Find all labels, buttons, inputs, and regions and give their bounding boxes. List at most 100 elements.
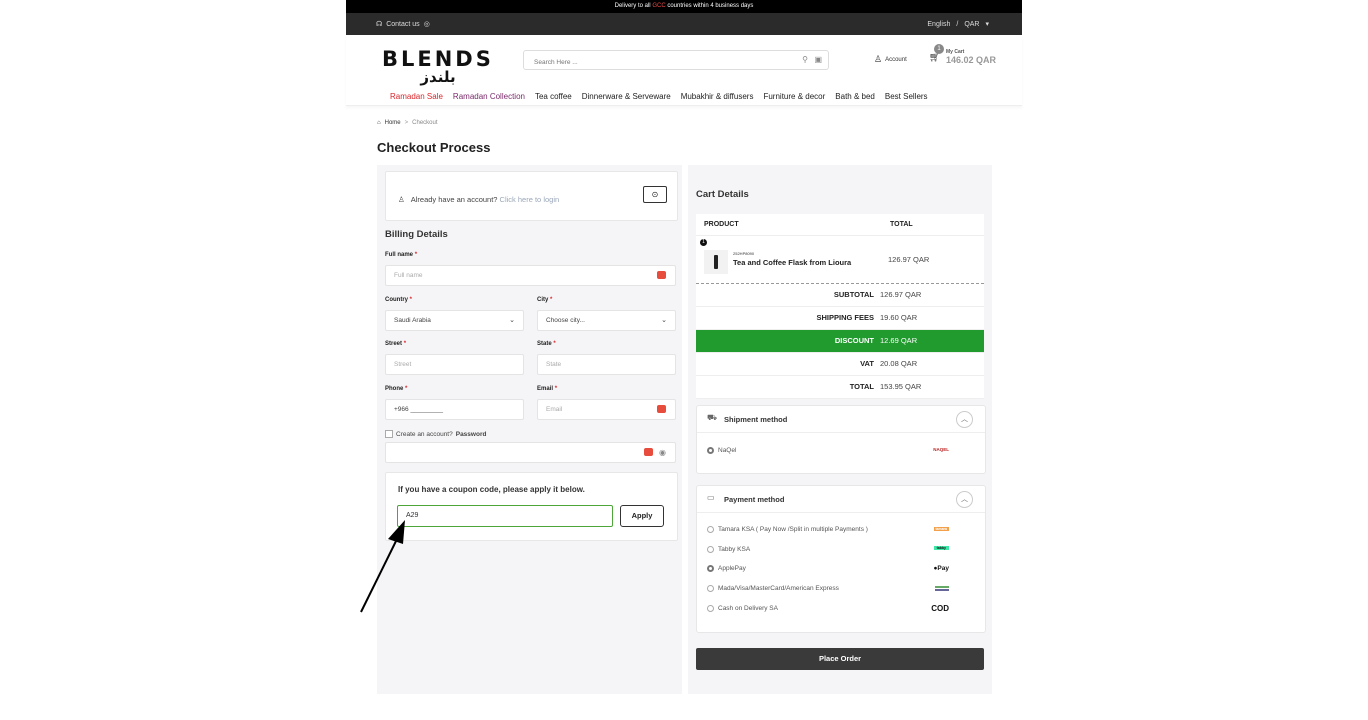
email-label-text: Email <box>537 386 554 392</box>
phone-label-text: Phone <box>385 386 404 392</box>
country-label-text: Country <box>385 297 408 303</box>
state-field[interactable]: State <box>537 354 676 375</box>
login-text: ♙ Already have an account? Click here to … <box>398 195 559 204</box>
autofill-icon[interactable] <box>657 271 666 279</box>
country-select[interactable]: Saudi Arabia ⌄ <box>385 310 524 331</box>
shipping-row: SHIPPING FEES 19.60 QAR <box>696 307 984 330</box>
radio-selected[interactable] <box>707 565 714 572</box>
autofill-icon[interactable] <box>657 405 666 413</box>
payment-option-label: Tabby KSA <box>718 546 751 553</box>
street-field[interactable]: Street <box>385 354 524 375</box>
item-name[interactable]: Tea and Coffee Flask from Lioura <box>733 258 851 267</box>
required-mark: * <box>550 297 553 303</box>
applepay-logo-text: Pay <box>937 565 949 572</box>
email-label: Email * <box>537 386 557 392</box>
required-mark: * <box>553 341 556 347</box>
shipment-option-naqel[interactable]: NaQel <box>707 447 736 454</box>
street-label: Street * <box>385 341 406 347</box>
content: ⌂ Home > Checkout Checkout Process ♙ Alre… <box>346 0 1022 720</box>
cards-logo <box>935 586 949 591</box>
required-mark: * <box>554 386 558 392</box>
required-mark: * <box>409 297 413 303</box>
breadcrumb-home[interactable]: Home <box>385 120 401 126</box>
cart-panel: Cart Details PRODUCT TOTAL 1 252HP8090 T… <box>688 165 992 694</box>
col-product: PRODUCT <box>704 221 739 228</box>
payment-option-cod[interactable]: Cash on Delivery SA <box>707 605 778 612</box>
login-link[interactable]: Click here to login <box>500 195 560 204</box>
home-icon[interactable]: ⌂ <box>377 120 381 126</box>
radio[interactable] <box>707 605 714 612</box>
total-row: TOTAL 153.95 QAR <box>696 376 984 399</box>
truck-icon: ⛟ <box>707 413 718 422</box>
city-select[interactable]: Choose city... ⌄ <box>537 310 676 331</box>
shipment-header[interactable]: ⛟ Shipment method ︿ <box>697 406 985 433</box>
state-label: State * <box>537 341 556 347</box>
payment-method-card: ▭ Payment method ︿ Tamara KSA ( Pay Now … <box>696 485 986 633</box>
annotation-arrow-icon <box>360 520 405 613</box>
total-label: TOTAL <box>849 382 874 391</box>
required-mark: * <box>414 252 418 258</box>
chevron-down-icon: ⌄ <box>509 317 515 324</box>
phone-label: Phone * <box>385 386 407 392</box>
total-value: 153.95 QAR <box>880 382 922 391</box>
vat-row: VAT 20.08 QAR <box>696 353 984 376</box>
password-label: Password <box>455 430 487 438</box>
discount-label: DISCOUNT <box>834 336 874 345</box>
cod-logo: COD <box>931 604 949 613</box>
item-sku: 252HP8090 <box>733 251 755 256</box>
payment-header[interactable]: ▭ Payment method ︿ <box>697 486 985 513</box>
radio-selected[interactable] <box>707 447 714 454</box>
shipment-title: Shipment method <box>724 415 788 424</box>
autofill-icon[interactable] <box>644 448 653 456</box>
password-field[interactable]: ◉ <box>385 442 676 463</box>
apply-coupon-button[interactable]: Apply <box>620 505 664 527</box>
payment-option-tabby[interactable]: Tabby KSA <box>707 546 750 553</box>
discount-value: 12.69 QAR <box>880 336 918 345</box>
phone-value: +966 _________ <box>394 406 443 413</box>
product-thumbnail[interactable] <box>704 250 728 274</box>
coupon-input[interactable]: A29 <box>397 505 613 527</box>
phone-field[interactable]: +966 _________ <box>385 399 524 420</box>
chevron-up-icon[interactable]: ︿ <box>956 491 973 508</box>
discount-row: DISCOUNT 12.69 QAR <box>696 330 984 353</box>
full-name-placeholder: Full name <box>394 272 423 279</box>
cart-item-row: 1 252HP8090 Tea and Coffee Flask from Li… <box>696 236 984 284</box>
full-name-label: Full name * <box>385 252 417 258</box>
payment-option-cards[interactable]: Mada/Visa/MasterCard/American Express <box>707 585 839 592</box>
city-value: Choose city... <box>546 317 585 324</box>
login-prompt: ♙ Already have an account? Click here to … <box>385 171 678 221</box>
street-placeholder: Street <box>394 361 412 368</box>
breadcrumb: ⌂ Home > Checkout <box>377 120 438 126</box>
location-pin-icon[interactable]: ⊙ <box>643 186 667 203</box>
payment-option-applepay[interactable]: ApplePay <box>707 565 746 572</box>
coupon-title: If you have a coupon code, please apply … <box>398 485 585 494</box>
subtotal-row: SUBTOTAL 126.97 QAR <box>696 284 984 307</box>
place-order-button[interactable]: Place Order <box>696 648 984 670</box>
full-name-field[interactable]: Full name <box>385 265 676 286</box>
radio[interactable] <box>707 585 714 592</box>
radio[interactable] <box>707 546 714 553</box>
payment-option-label: Mada/Visa/MasterCard/American Express <box>718 585 839 592</box>
eye-icon[interactable]: ◉ <box>659 443 666 462</box>
radio[interactable] <box>707 526 714 533</box>
checkbox-box[interactable] <box>385 430 393 438</box>
chevron-down-icon: ⌄ <box>661 317 667 324</box>
email-field[interactable]: Email <box>537 399 676 420</box>
email-placeholder: Email <box>546 406 563 413</box>
chevron-up-icon[interactable]: ︿ <box>956 411 973 428</box>
applepay-logo: ●Pay <box>933 565 949 572</box>
payment-option-tamara[interactable]: Tamara KSA ( Pay Now /Split in multiple … <box>707 526 868 533</box>
item-qty-badge: 1 <box>700 239 707 246</box>
payment-title: Payment method <box>724 495 785 504</box>
subtotal-value: 126.97 QAR <box>880 290 922 299</box>
state-placeholder: State <box>546 361 562 368</box>
login-question: Already have an account? <box>410 195 500 204</box>
full-name-label-text: Full name <box>385 252 414 258</box>
create-account-checkbox[interactable]: Create an account? Password <box>385 430 486 438</box>
billing-panel: ♙ Already have an account? Click here to … <box>377 165 682 694</box>
street-label-text: Street <box>385 341 403 347</box>
required-mark: * <box>405 386 408 392</box>
city-label-text: City <box>537 297 549 303</box>
create-account-label: Create an account? <box>396 430 453 438</box>
payment-option-label: ApplePay <box>718 565 746 572</box>
